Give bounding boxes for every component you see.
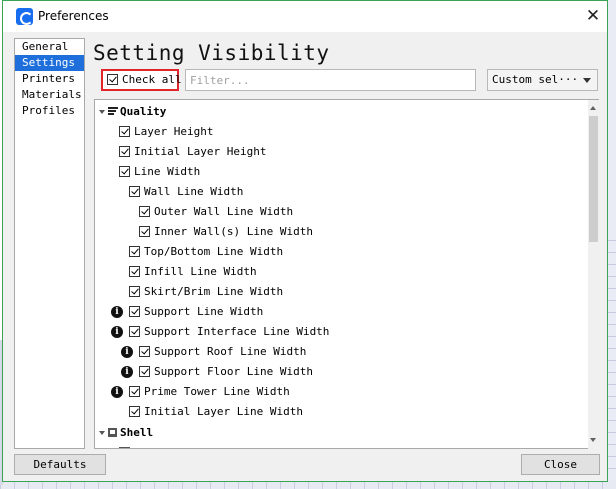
setting-row-top-bottom-line-width[interactable]: Top/Bottom Line Width — [129, 242, 579, 262]
setting-checkbox[interactable] — [139, 346, 150, 357]
title-bar: Preferences ✕ — [3, 1, 607, 32]
setting-row-line-width[interactable]: Line Width — [119, 162, 579, 182]
setting-row-clipped[interactable] — [119, 443, 579, 448]
scroll-up-icon[interactable] — [590, 106, 596, 110]
expand-arrow-icon[interactable] — [99, 431, 105, 435]
setting-label: Wall Line Width — [144, 185, 244, 198]
setting-label: Outer Wall Line Width — [154, 205, 294, 218]
close-button[interactable]: Close — [521, 454, 600, 475]
setting-row-infill-line-width[interactable]: Infill Line Width — [129, 262, 579, 282]
preferences-dialog: Preferences ✕ General Settings Printers … — [2, 0, 608, 482]
visibility-preset-dropdown[interactable]: Custom sel··· — [487, 69, 598, 91]
window-title: Preferences — [38, 9, 109, 23]
category-shell[interactable]: Shell — [99, 423, 579, 443]
scroll-thumb[interactable] — [589, 116, 598, 242]
setting-label: Infill Line Width — [144, 265, 257, 278]
setting-label: Layer Height — [134, 125, 214, 138]
check-all-box[interactable] — [107, 74, 118, 85]
close-icon[interactable]: ✕ — [583, 5, 603, 27]
setting-row-support-line-width[interactable]: i Support Line Width — [111, 302, 579, 322]
setting-label: Prime Tower Line Width — [144, 385, 290, 398]
setting-row-initial-layer-height[interactable]: Initial Layer Height — [119, 142, 579, 162]
setting-label: Top/Bottom Line Width — [144, 245, 284, 258]
expand-arrow-icon[interactable] — [99, 110, 105, 114]
setting-label: Support Interface Line Width — [144, 325, 330, 338]
setting-row-support-roof-line-width[interactable]: i Support Roof Line Width — [121, 342, 579, 362]
quality-bars-icon — [108, 107, 118, 116]
nav-item-materials[interactable]: Materials — [15, 87, 84, 103]
scroll-down-icon[interactable] — [590, 438, 596, 442]
info-icon[interactable]: i — [111, 306, 123, 318]
setting-checkbox[interactable] — [129, 266, 140, 277]
check-all-label: Check all — [122, 73, 182, 86]
setting-checkbox[interactable] — [129, 306, 140, 317]
check-all-checkbox[interactable]: Check all — [101, 69, 182, 91]
setting-row-inner-wall-line-width[interactable]: Inner Wall(s) Line Width — [139, 222, 579, 242]
setting-row-skirt-brim-line-width[interactable]: Skirt/Brim Line Width — [129, 282, 579, 302]
setting-checkbox[interactable] — [129, 406, 140, 417]
filter-input[interactable] — [185, 69, 476, 91]
setting-row-outer-wall-line-width[interactable]: Outer Wall Line Width — [139, 202, 579, 222]
setting-row-support-floor-line-width[interactable]: i Support Floor Line Width — [121, 362, 579, 382]
setting-checkbox[interactable] — [119, 166, 130, 177]
setting-checkbox[interactable] — [129, 246, 140, 257]
setting-row-layer-height[interactable]: Layer Height — [119, 122, 579, 142]
setting-row-wall-line-width[interactable]: Wall Line Width — [129, 182, 579, 202]
setting-label: Support Floor Line Width — [154, 365, 313, 378]
preferences-nav: General Settings Printers Materials Prof… — [14, 38, 85, 449]
setting-checkbox[interactable] — [129, 386, 140, 397]
defaults-button[interactable]: Defaults — [14, 454, 106, 475]
cura-logo-icon — [16, 8, 33, 25]
setting-checkbox[interactable] — [139, 206, 150, 217]
category-label: Quality — [120, 105, 167, 118]
chevron-down-icon — [583, 78, 591, 83]
shell-icon — [108, 428, 117, 437]
info-icon[interactable]: i — [111, 386, 123, 398]
build-plate-grid — [608, 240, 616, 489]
setting-row-prime-tower-line-width[interactable]: i Prime Tower Line Width — [111, 382, 579, 402]
settings-visibility-list: Quality Layer Height Initial Layer Heigh… — [94, 99, 599, 449]
setting-checkbox[interactable] — [139, 226, 150, 237]
setting-checkbox[interactable] — [119, 126, 130, 137]
setting-checkbox[interactable] — [129, 326, 140, 337]
page-title: Setting Visibility — [93, 41, 330, 65]
nav-item-general[interactable]: General — [15, 39, 84, 55]
info-icon[interactable]: i — [111, 326, 123, 338]
visibility-preset-value: Custom sel··· — [492, 73, 579, 86]
setting-checkbox[interactable] — [119, 447, 130, 448]
setting-label: Inner Wall(s) Line Width — [154, 225, 313, 238]
category-label: Shell — [120, 426, 154, 439]
nav-item-profiles[interactable]: Profiles — [15, 103, 84, 119]
setting-label: Initial Layer Height — [134, 145, 267, 158]
setting-label: Support Roof Line Width — [154, 345, 307, 358]
setting-checkbox[interactable] — [129, 286, 140, 297]
setting-label: Skirt/Brim Line Width — [144, 285, 284, 298]
list-scrollbar[interactable] — [588, 100, 599, 449]
setting-row-initial-layer-line-width[interactable]: Initial Layer Line Width — [129, 402, 579, 422]
setting-checkbox[interactable] — [139, 366, 150, 377]
setting-checkbox[interactable] — [129, 186, 140, 197]
setting-row-support-interface-line-width[interactable]: i Support Interface Line Width — [111, 322, 579, 342]
setting-label: Initial Layer Line Width — [144, 405, 303, 418]
category-quality[interactable]: Quality — [99, 102, 579, 122]
info-icon[interactable]: i — [121, 346, 133, 358]
setting-checkbox[interactable] — [119, 146, 130, 157]
setting-label: Line Width — [134, 165, 201, 178]
info-icon[interactable]: i — [121, 366, 133, 378]
nav-item-settings[interactable]: Settings — [15, 55, 84, 71]
nav-item-printers[interactable]: Printers — [15, 71, 84, 87]
setting-label: Support Line Width — [144, 305, 264, 318]
